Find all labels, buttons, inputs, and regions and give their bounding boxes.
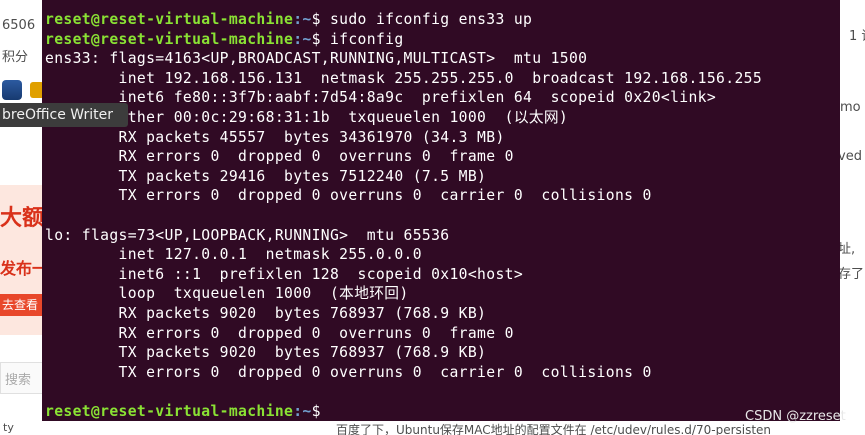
prompt-command: ifconfig (329, 30, 404, 48)
bg-fragment: 1 评 (849, 29, 865, 44)
bg-fragment: 存了 (838, 267, 865, 282)
terminal-output-line: inet6 ::1 prefixlen 128 scopeid 0x10<hos… (45, 265, 524, 283)
terminal-output-line: ens33: flags=4163<UP,BROADCAST,RUNNING,M… (45, 50, 588, 68)
terminal-output-line: TX packets 9020 bytes 768937 (768.9 KB) (45, 344, 487, 362)
bg-fragment: 址, (838, 242, 856, 257)
bg-fragment: 积分 (2, 50, 29, 65)
terminal-prompt-line: reset@reset-virtual-machine:~$ ifconfig (45, 30, 762, 50)
terminal-output-line: RX packets 9020 bytes 768937 (768.9 KB) (45, 304, 487, 322)
terminal-output-line: TX errors 0 dropped 0 overruns 0 carrier… (45, 187, 652, 205)
terminal-output-line: ether 00:0c:29:68:31:1b txqueuelen 1000 … (45, 108, 569, 126)
prompt-user: reset@reset-virtual-machine (45, 30, 294, 48)
terminal-output-line: RX packets 45557 bytes 34361970 (34.3 MB… (45, 128, 505, 146)
bg-fragment: ved (838, 149, 862, 164)
prompt-symbol: $ (311, 402, 330, 420)
writer-app-icon[interactable] (2, 80, 22, 100)
terminal-output-line: inet 192.168.156.131 netmask 255.255.255… (45, 69, 763, 87)
ad-subline: 发布一 (0, 259, 42, 278)
watermark: CSDN @zzreset (745, 409, 846, 424)
prompt-path: :~ (293, 11, 312, 28)
prompt-user: reset@reset-virtual-machine (45, 11, 294, 28)
terminal-output-line: inet 127.0.0.1 netmask 255.0.0.0 (45, 246, 422, 264)
dock-app-icon[interactable] (30, 82, 42, 98)
bg-fragment: mo (840, 100, 861, 115)
prompt-command: sudo ifconfig ens33 up (329, 11, 533, 28)
terminal-window[interactable]: reset@reset-virtual-machine:~$ sudo ifco… (42, 0, 840, 421)
terminal-prompt-line: reset@reset-virtual-machine:~$ sudo ifco… (45, 10, 762, 30)
terminal-prompt-line: reset@reset-virtual-machine:~$ (45, 402, 762, 421)
app-tooltip: breOffice Writer (0, 103, 128, 127)
terminal-output[interactable]: reset@reset-virtual-machine:~$ sudo ifco… (45, 10, 762, 421)
terminal-output-line: loop txqueuelen 1000 (本地环回) (45, 285, 409, 303)
prompt-symbol: $ (311, 30, 330, 48)
terminal-output-line: inet6 fe80::3f7b:aabf:7d54:8a9c prefixle… (45, 89, 717, 107)
background-page-left: 6506 积分 大额 发布一 去查看 搜索 (0, 0, 42, 435)
prompt-symbol: $ (311, 11, 330, 28)
bg-article-text: 百度了下，Ubuntu保存MAC地址的配置文件在 /etc/udev/rules… (336, 423, 772, 435)
terminal-output-line: TX errors 0 dropped 0 overruns 0 carrier… (45, 363, 652, 381)
bg-fragment: 6506 (2, 18, 36, 33)
terminal-output-line: lo: flags=73<UP,LOOPBACK,RUNNING> mtu 65… (45, 226, 450, 244)
search-placeholder: 搜索 (5, 373, 32, 388)
background-page-bottom: ty 百度了下，Ubuntu保存MAC地址的配置文件在 /etc/udev/ru… (0, 420, 865, 435)
prompt-path: :~ (293, 402, 312, 420)
prompt-path: :~ (293, 30, 312, 48)
bg-fragment: ty (3, 421, 14, 434)
prompt-user: reset@reset-virtual-machine (45, 402, 294, 420)
terminal-output-line: RX errors 0 dropped 0 overruns 0 frame 0 (45, 324, 514, 342)
ad-headline: 大额 (0, 206, 42, 231)
terminal-output-line: TX packets 29416 bytes 7512240 (7.5 MB) (45, 167, 487, 185)
search-input[interactable]: 搜索 (0, 362, 42, 394)
ad-view-button[interactable]: 去查看 (0, 294, 42, 316)
terminal-output-line: RX errors 0 dropped 0 overruns 0 frame 0 (45, 148, 514, 166)
